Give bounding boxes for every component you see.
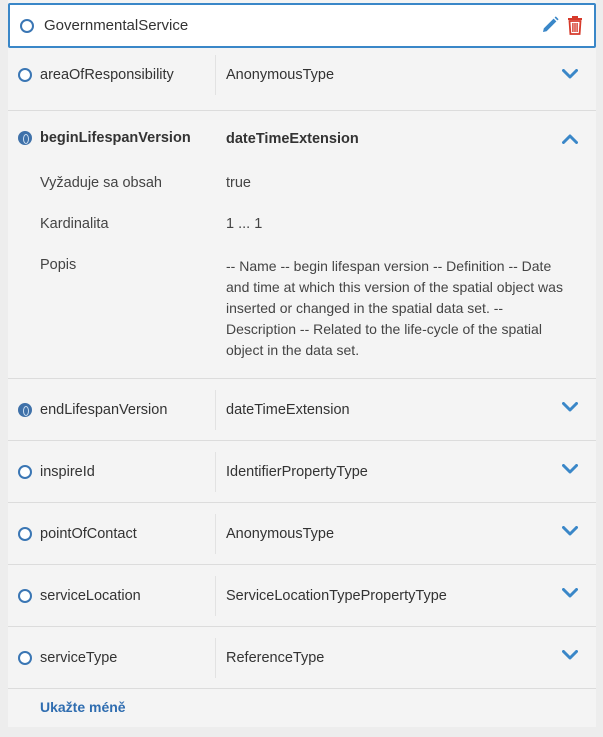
radio-icon (18, 68, 32, 82)
attribute-row-serviceType[interactable]: serviceType ReferenceType (8, 626, 596, 688)
attribute-row-serviceLocation[interactable]: serviceLocation ServiceLocationTypePrope… (8, 564, 596, 626)
trash-icon[interactable] (566, 15, 584, 35)
attribute-name: areaOfResponsibility (40, 67, 174, 83)
attribute-name: inspireId (40, 463, 95, 480)
attribute-name: serviceLocation (40, 587, 141, 604)
show-less-link[interactable]: Ukažte méně (40, 699, 126, 715)
chevron-down-icon[interactable] (562, 461, 578, 479)
chevron-up-icon[interactable] (562, 131, 578, 149)
chevron-down-icon[interactable] (562, 66, 578, 84)
feature-type-title: GovernmentalService (44, 17, 189, 34)
chevron-down-icon[interactable] (562, 399, 578, 417)
chevron-down-icon[interactable] (562, 523, 578, 541)
attribute-type: dateTimeExtension (226, 401, 350, 418)
feature-type-panel: GovernmentalService areaOfResponsibility… (8, 0, 596, 727)
attribute-type: IdentifierPropertyType (226, 463, 368, 480)
attribute-row-beginLifespanVersion-expanded[interactable]: beginLifespanVersion dateTimeExtension V… (8, 110, 596, 378)
cardinality-label: Kardinalita (40, 216, 109, 232)
attribute-row-areaOfResponsibility[interactable]: areaOfResponsibility AnonymousType (8, 55, 596, 95)
radio-icon (20, 18, 34, 33)
attribute-type: AnonymousType (226, 67, 335, 83)
attribute-type: ReferenceType (226, 649, 325, 666)
attribute-type: ServiceLocationTypePropertyType (226, 587, 447, 604)
pencil-icon[interactable] (540, 15, 560, 35)
required-value: true (226, 175, 251, 191)
required-label: Vyžaduje sa obsah (40, 175, 162, 191)
attribute-name: endLifespanVersion (40, 401, 168, 418)
feature-type-header[interactable]: GovernmentalService (8, 3, 596, 48)
attribute-row-endLifespanVersion[interactable]: endLifespanVersion dateTimeExtension (8, 378, 596, 440)
radio-filled-icon (18, 131, 32, 145)
radio-icon (18, 650, 32, 665)
radio-icon (18, 588, 32, 603)
attribute-name: beginLifespanVersion (40, 130, 191, 146)
attribute-name: pointOfContact (40, 525, 137, 542)
chevron-down-icon[interactable] (562, 647, 578, 665)
divider (8, 688, 596, 689)
attribute-type: dateTimeExtension (226, 131, 359, 147)
radio-icon (18, 526, 32, 541)
description-value: -- Name -- begin lifespan version -- Def… (226, 258, 563, 358)
chevron-down-icon[interactable] (562, 585, 578, 603)
description-label: Popis (40, 257, 77, 273)
attribute-name: serviceType (40, 649, 118, 666)
radio-icon (18, 464, 32, 479)
attribute-type: AnonymousType (226, 525, 335, 542)
cardinality-value: 1 ... 1 (226, 216, 263, 232)
attribute-row-pointOfContact[interactable]: pointOfContact AnonymousType (8, 502, 596, 564)
radio-filled-icon (18, 402, 32, 417)
attribute-row-inspireId[interactable]: inspireId IdentifierPropertyType (8, 440, 596, 502)
